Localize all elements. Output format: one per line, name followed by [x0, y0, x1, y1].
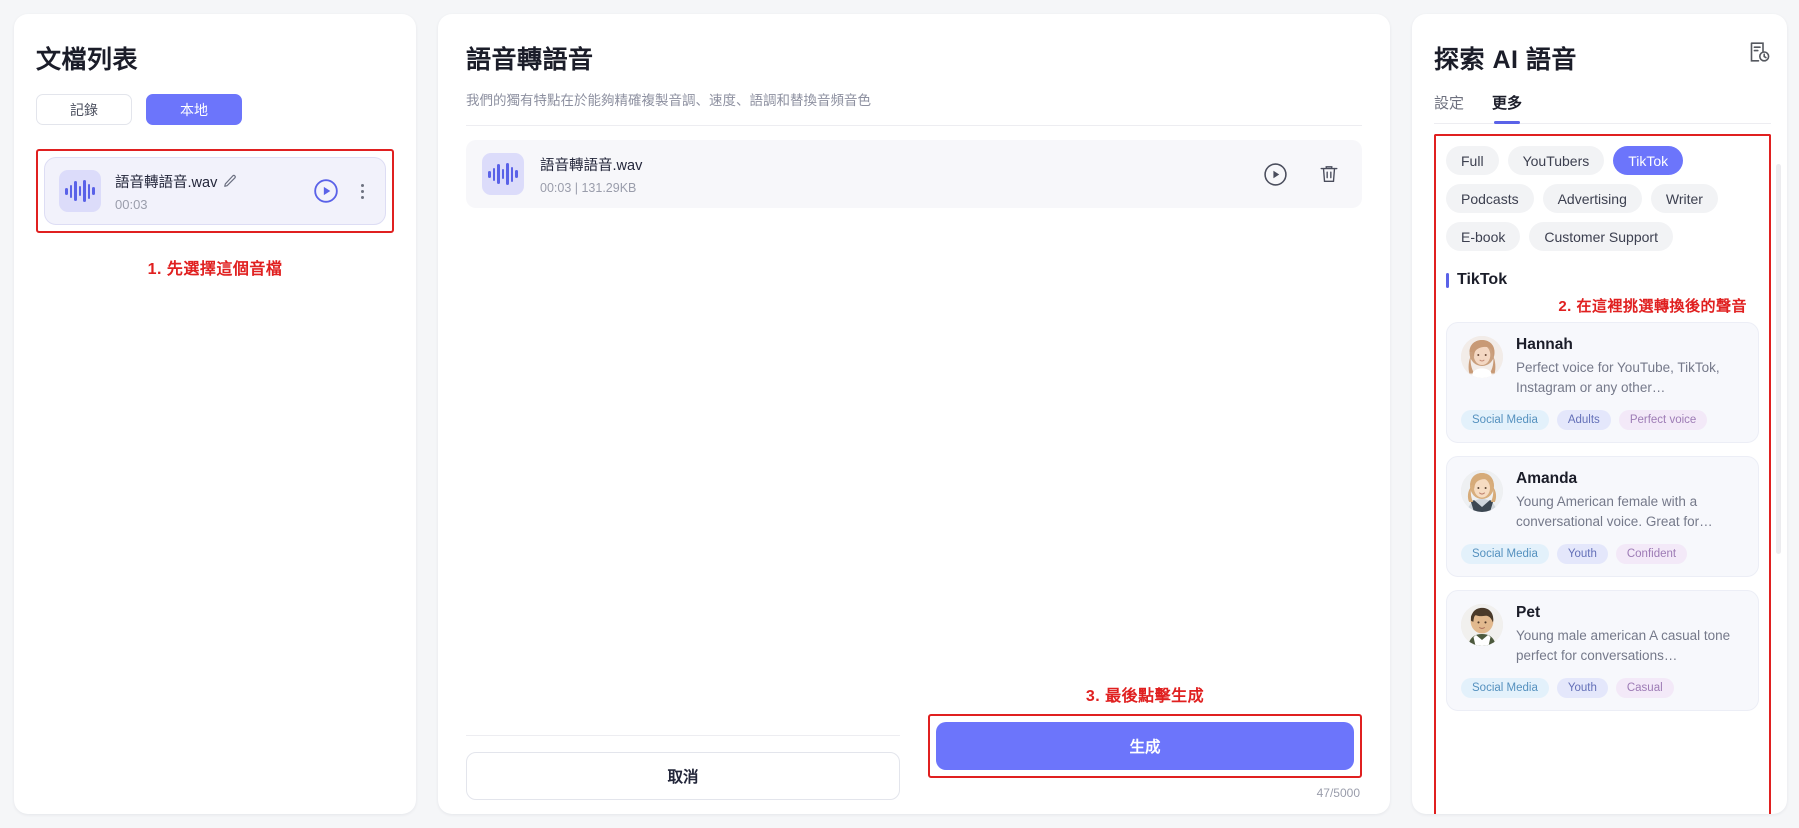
- annotation-step-2: 2. 在這裡挑選轉換後的聲音: [1558, 298, 1747, 315]
- voice-name: Pet: [1516, 604, 1541, 622]
- voice-description: Young male american A casual tone perfec…: [1516, 628, 1731, 663]
- chip-ebook[interactable]: E-book: [1446, 222, 1521, 251]
- highlight-box-voice-browser: Full YouTubers TikTok Podcasts Advertisi…: [1434, 134, 1771, 814]
- voice-card-amanda[interactable]: Amanda Young American female with a conv…: [1446, 456, 1759, 578]
- voice-card-info: Amanda Young American female with a conv…: [1516, 470, 1744, 531]
- pencil-icon[interactable]: [223, 174, 237, 188]
- chip-full[interactable]: Full: [1446, 146, 1499, 175]
- play-circle-icon[interactable]: [313, 178, 339, 204]
- tab-more[interactable]: 更多: [1492, 92, 1522, 124]
- voice-card-hannah[interactable]: Hannah Perfect voice for YouTube, TikTok…: [1446, 322, 1759, 444]
- selected-file-meta: 語音轉語音.wav 00:03 | 131.29KB: [540, 154, 1247, 195]
- divider-bottom: [466, 735, 900, 736]
- voice-card-info: Pet Young male american A casual tone pe…: [1516, 604, 1744, 665]
- right-panel-header: 探索 AI 語音: [1434, 40, 1771, 76]
- annotation-step-3: 3. 最後點擊生成: [1085, 688, 1205, 705]
- selected-file-info: 00:03 | 131.29KB: [540, 180, 637, 195]
- page-title: 文檔列表: [36, 46, 139, 74]
- selected-file-name: 語音轉語音.wav: [540, 157, 643, 174]
- cancel-button[interactable]: 取消: [466, 752, 900, 800]
- voice-card-top: Pet Young male american A casual tone pe…: [1461, 604, 1744, 665]
- segment-local[interactable]: 本地: [146, 94, 242, 125]
- annotation-step-1: 1. 先選擇這個音檔: [147, 261, 283, 278]
- waveform-icon: [482, 153, 524, 195]
- generate-button[interactable]: 生成: [936, 722, 1354, 770]
- segment-records[interactable]: 記錄: [36, 94, 132, 125]
- voice-tag-list: Social Media Youth Confident: [1461, 544, 1744, 565]
- chip-podcasts[interactable]: Podcasts: [1446, 184, 1534, 213]
- document-list-panel: 文檔列表 記錄 本地 語音轉語音.wav 00:03 1. 先選擇這個音檔: [14, 14, 416, 814]
- voice-tag: Social Media: [1461, 544, 1549, 565]
- divider-top: [466, 125, 1362, 126]
- chip-writer[interactable]: Writer: [1650, 184, 1718, 213]
- voice-card-top: Hannah Perfect voice for YouTube, TikTok…: [1461, 336, 1744, 397]
- history-document-icon[interactable]: [1747, 40, 1771, 64]
- character-counter: 47/5000: [1316, 786, 1360, 800]
- avatar-hannah: [1461, 336, 1503, 378]
- app-root: 文檔列表 記錄 本地 語音轉語音.wav 00:03 1. 先選擇這個音檔 語音…: [0, 0, 1799, 828]
- explore-ai-voices-panel: 探索 AI 語音 設定 更多 Full YouTubers TikTok Pod…: [1412, 14, 1787, 814]
- explore-title: 探索 AI 語音: [1434, 46, 1577, 74]
- audio-item-meta: 語音轉語音.wav 00:03: [115, 171, 299, 212]
- voice-tag-list: Social Media Youth Casual: [1461, 678, 1744, 699]
- voice-tag: Perfect voice: [1618, 410, 1708, 431]
- avatar-pet: [1461, 604, 1503, 647]
- play-circle-icon[interactable]: [1263, 162, 1288, 187]
- kebab-menu-icon[interactable]: [353, 183, 371, 199]
- action-button-row: 取消 3. 最後點擊生成 生成 47/5000: [466, 682, 1362, 800]
- audio-item-duration: 00:03: [115, 196, 148, 212]
- avatar-amanda: [1461, 470, 1503, 513]
- tabs-divider: [1434, 123, 1771, 124]
- voice-tag: Youth: [1556, 544, 1608, 565]
- panel-spacer: [466, 208, 1362, 682]
- voice-description: Young American female with a conversatio…: [1516, 494, 1713, 529]
- voice-card-pet[interactable]: Pet Young male american A casual tone pe…: [1446, 590, 1759, 712]
- panel-title: 語音轉語音: [466, 46, 594, 74]
- highlight-box-audio-item: 語音轉語音.wav 00:03: [36, 149, 394, 233]
- vertical-scrollbar[interactable]: [1776, 164, 1781, 554]
- voice-card-top: Amanda Young American female with a conv…: [1461, 470, 1744, 531]
- source-segmented-control: 記錄 本地: [36, 94, 394, 125]
- chip-advertising[interactable]: Advertising: [1542, 184, 1642, 213]
- panel-subtitle: 我們的獨有特點在於能夠精確複製音調、速度、語調和替換音頻音色: [466, 93, 871, 108]
- voice-name: Amanda: [1516, 470, 1578, 488]
- selected-file-row[interactable]: 語音轉語音.wav 00:03 | 131.29KB: [466, 140, 1362, 208]
- voice-tag: Social Media: [1461, 678, 1549, 699]
- section-title-tiktok: TikTok: [1446, 271, 1759, 289]
- voice-tag: Casual: [1615, 678, 1674, 699]
- voice-tag: Adults: [1556, 410, 1611, 431]
- voice-tag-list: Social Media Adults Perfect voice: [1461, 410, 1744, 431]
- audio-item-name: 語音轉語音.wav: [115, 174, 218, 191]
- voice-tag: Confident: [1615, 544, 1688, 565]
- trash-icon[interactable]: [1318, 163, 1340, 185]
- tab-settings[interactable]: 設定: [1434, 92, 1464, 123]
- generate-button-wrap: 3. 最後點擊生成 生成 47/5000: [928, 682, 1362, 800]
- right-panel-tabs: 設定 更多: [1434, 92, 1771, 124]
- chip-customer-support[interactable]: Customer Support: [1529, 222, 1673, 251]
- voice-tag: Social Media: [1461, 410, 1549, 431]
- voice-to-voice-panel: 語音轉語音 我們的獨有特點在於能夠精確複製音調、速度、語調和替換音頻音色 語音轉…: [438, 14, 1390, 814]
- chip-youtubers[interactable]: YouTubers: [1507, 146, 1605, 175]
- voice-name: Hannah: [1516, 336, 1573, 353]
- highlight-box-generate: 生成: [928, 714, 1362, 778]
- category-chip-list: Full YouTubers TikTok Podcasts Advertisi…: [1446, 146, 1759, 251]
- chip-tiktok[interactable]: TikTok: [1613, 146, 1684, 175]
- voice-card-info: Hannah Perfect voice for YouTube, TikTok…: [1516, 336, 1744, 397]
- voice-tag: Youth: [1556, 678, 1608, 699]
- audio-list-item[interactable]: 語音轉語音.wav 00:03: [44, 157, 386, 225]
- audio-item-name-row: 語音轉語音.wav: [115, 171, 299, 192]
- waveform-icon: [59, 170, 101, 212]
- voice-description: Perfect voice for YouTube, TikTok, Insta…: [1516, 360, 1720, 395]
